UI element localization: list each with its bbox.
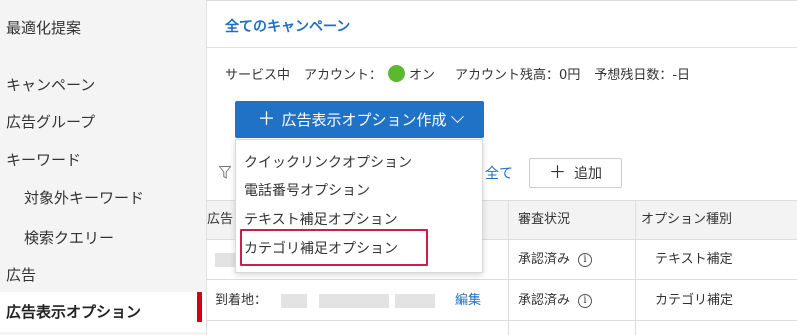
table-row[interactable]: 到着地： 編集 承認済み i カテゴリ補定: [207, 281, 797, 321]
sidebar-item-label: キーワード: [6, 151, 82, 169]
account-status-row: サービス中 アカウント： オン アカウント残高：0円 予想残日数：-日: [225, 62, 690, 84]
active-row-marker: [197, 292, 202, 322]
destination-label: 到着地：: [215, 293, 268, 308]
ad-extension-type-menu: クイックリンクオプション 電話番号オプション テキスト補足オプション カテゴリ補…: [235, 139, 483, 273]
sidebar-item-label: キャンペーン: [6, 76, 96, 94]
plus-icon: ＋: [257, 108, 276, 130]
sidebar-item-ad-extensions[interactable]: 広告表示オプション: [0, 292, 206, 332]
menu-item-phone-option[interactable]: 電話番号オプション: [244, 180, 370, 200]
review-status-cell: 承認済み i: [518, 240, 593, 280]
sidebar: 最適化提案 キャンペーン 広告グループ キーワード 対象外キーワード 検索クエリ…: [0, 0, 206, 335]
review-status-cell: 承認済み i: [518, 281, 593, 321]
add-button-label: 追加: [574, 166, 602, 182]
info-icon[interactable]: i: [578, 252, 593, 267]
filter-icon[interactable]: [218, 166, 232, 183]
all-campaigns-link[interactable]: 全てのキャンペーン: [225, 16, 350, 36]
days-remaining: 予想残日数：-日: [594, 67, 691, 83]
status-dot-icon: [388, 64, 406, 82]
top-border: [207, 0, 797, 1]
column-header-review-status[interactable]: 審査状況: [518, 201, 570, 239]
sidebar-item-label: 検索クエリー: [24, 229, 115, 247]
create-button-label: 広告表示オプション作成: [281, 111, 447, 129]
sidebar-item-label: 対象外キーワード: [24, 189, 145, 207]
redacted-content: [281, 294, 307, 308]
service-status: サービス中: [225, 67, 291, 83]
highlight-box: [240, 229, 428, 266]
account-state: オン: [409, 67, 436, 83]
sidebar-item-label: 広告グループ: [6, 113, 96, 131]
column-divider: [508, 200, 509, 335]
main-content: 全てのキャンペーン サービス中 アカウント： オン アカウント残高：0円 予想残…: [207, 0, 797, 335]
redacted-content: [319, 294, 389, 308]
sidebar-item-label: 広告: [6, 266, 37, 284]
column-header-ad[interactable]: 広告: [207, 201, 233, 239]
sidebar-item-label: 広告表示オプション: [6, 303, 142, 321]
create-ad-extension-button[interactable]: ＋ 広告表示オプション作成: [235, 101, 484, 138]
redacted-content: [395, 294, 435, 308]
menu-item-quicklink-option[interactable]: クイックリンクオプション: [244, 152, 412, 172]
account-balance: アカウント残高：0円: [455, 67, 581, 83]
header-divider: [207, 47, 797, 48]
add-button[interactable]: ＋ 追加: [529, 158, 622, 188]
plus-icon: ＋: [549, 162, 566, 183]
account-label: アカウント：: [304, 67, 383, 83]
option-type-cell: テキスト補定: [655, 252, 733, 267]
menu-item-text-supplement-option[interactable]: テキスト補足オプション: [244, 209, 398, 229]
edit-link[interactable]: 編集: [455, 281, 481, 321]
option-type-cell: カテゴリ補定: [655, 293, 734, 308]
chevron-down-icon: [450, 110, 464, 124]
sidebar-item-label: 最適化提案: [6, 19, 82, 37]
column-divider: [635, 200, 636, 335]
column-header-option-type[interactable]: オプション種別: [641, 201, 732, 239]
info-icon[interactable]: i: [578, 293, 593, 308]
